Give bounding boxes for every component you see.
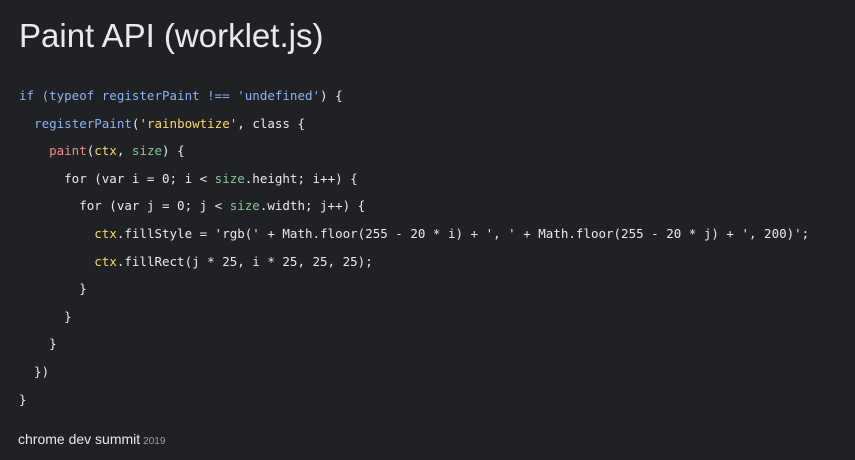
code-line: paint(ctx, size) { [19,137,809,165]
code-token: } [19,336,57,352]
footer-logo: chrome dev summit 2019 [18,431,165,449]
code-line: } [19,275,809,303]
code-token: , [116,143,132,159]
code-line: ctx.fillStyle = 'rgb(' + Math.floor(255 … [19,220,809,248]
code-line: ctx.fillRect(j * 25, i * 25, 25, 25); [19,248,809,276]
code-token: ) { [162,143,185,159]
code-token: ) { [320,88,343,103]
code-block: if (typeof registerPaint !== 'undefined'… [19,82,809,413]
code-token: size [229,198,260,214]
footer-year: 2019 [143,436,166,447]
code-line: for (var j = 0; j < size.width; j++) { [19,192,809,220]
code-token: 'rainbowtize' [139,115,238,131]
code-token: .fillRect(j * 25, i * 25, 25, 25); [116,253,373,269]
code-token: } [19,281,87,297]
code-token: ctx [94,143,117,159]
code-line: } [19,386,809,414]
code-token: ctx [94,253,117,269]
code-token: }) [19,363,50,379]
code-token: registerPaint [34,115,132,131]
code-line: if (typeof registerPaint !== 'undefined'… [19,82,809,110]
code-token: , class { [237,115,306,131]
code-token: .height; i++) { [244,170,358,186]
code-line: }) [19,358,809,386]
code-token: 'undefined' [237,88,321,103]
footer-brand: chrome dev summit [18,431,141,447]
code-token: } [19,308,72,324]
code-token: } [19,391,27,407]
code-token: paint [49,143,87,159]
code-token: .fillStyle = 'rgb(' + Math.floor(255 - 2… [116,225,810,241]
code-token: ctx [94,225,117,241]
code-line: registerPaint('rainbowtize', class { [19,110,809,138]
code-token: for (var i = 0; i < [19,170,215,186]
code-token: size [214,170,245,186]
code-token: size [131,143,163,159]
code-line: for (var i = 0; i < size.height; i++) { [19,165,809,193]
code-line: } [19,303,809,331]
code-token: .width; j++) { [259,198,366,214]
code-line: } [19,330,809,358]
code-token: if (typeof registerPaint !== [19,88,238,103]
code-token: for (var j = 0; j < [19,198,230,214]
slide-title: Paint API (worklet.js) [19,17,324,54]
